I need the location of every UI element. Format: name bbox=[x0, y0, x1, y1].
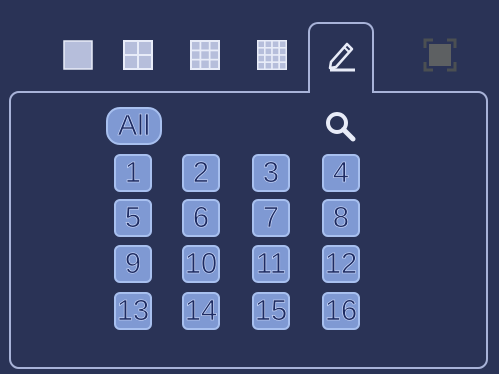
tab-edit[interactable] bbox=[308, 22, 374, 93]
quad-view-icon[interactable] bbox=[123, 40, 153, 70]
edit-pencil-icon bbox=[328, 42, 355, 72]
view-toolbar bbox=[0, 0, 499, 93]
single-view-icon[interactable] bbox=[63, 40, 93, 70]
nine-view-icon[interactable] bbox=[190, 40, 220, 70]
fullscreen-icon[interactable] bbox=[423, 38, 457, 72]
tab-panel-joint bbox=[310, 89, 372, 95]
sixteen-view-icon[interactable] bbox=[257, 40, 287, 70]
channel-panel bbox=[9, 91, 488, 369]
